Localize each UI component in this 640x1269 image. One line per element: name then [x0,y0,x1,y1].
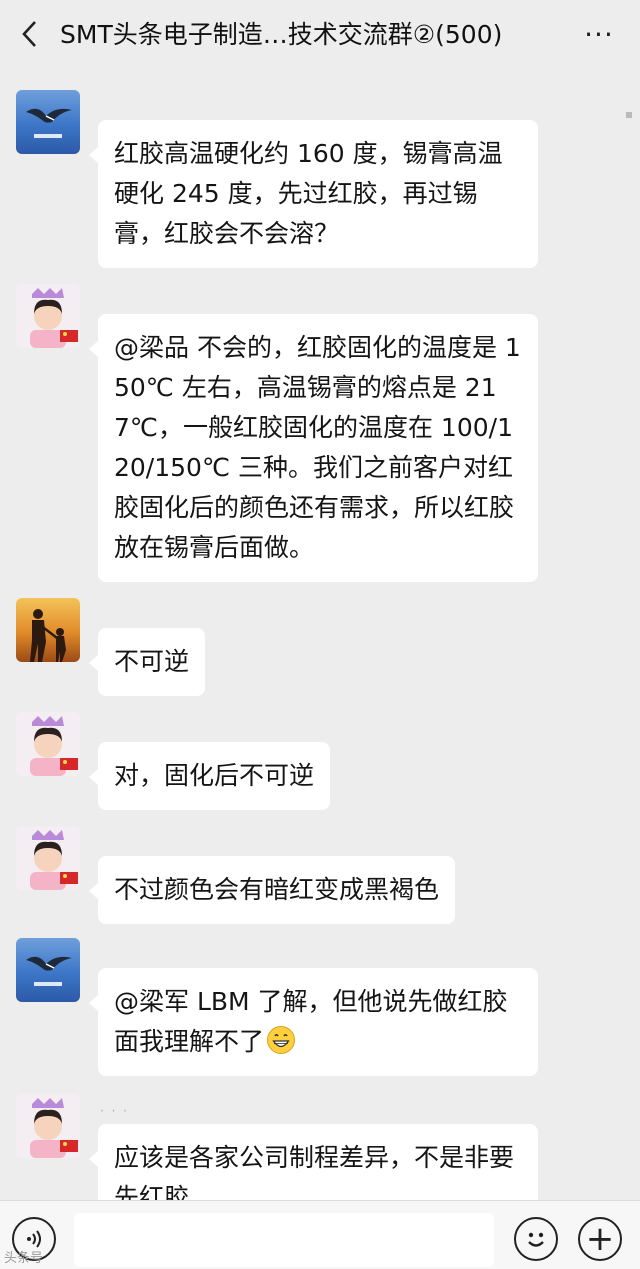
message-bubble[interactable]: @梁军 LBM 了解，但他说先做红胶面我理解不了 [89,968,538,1076]
back-button[interactable] [10,14,50,54]
chevron-left-icon [22,21,36,47]
chat-title: SMT头条电子制造…技术交流群②(500) [60,20,503,49]
emoji-button[interactable] [514,1217,558,1261]
message-bubble[interactable]: 应该是各家公司制程差异，不是非要先红胶 [89,1124,538,1200]
message-input[interactable] [74,1213,494,1267]
smiley-icon [528,1232,544,1247]
message-bubble[interactable]: 红胶高温硬化约 160 度，锡膏高温硬化 245 度，先过红胶，再过锡膏，红胶会… [89,120,538,268]
message-bubble[interactable]: 对，固化后不可逆 [88,742,331,810]
girl-avatar[interactable] [16,1094,80,1158]
message-text: @梁军 LBM 了解，但他说先做红胶面我理解不了 [114,987,508,1056]
more-options-button[interactable]: ··· [576,14,622,54]
girl-avatar[interactable] [16,712,80,776]
message-bubble[interactable]: 不过颜色会有暗红变成黑褐色 [88,856,456,924]
typing-indicator: · · · [100,1104,130,1118]
more-icon: ··· [584,17,614,51]
scroll-indicator [626,112,632,118]
girl-avatar[interactable] [16,284,80,348]
seagull-avatar[interactable] [16,938,80,1002]
seagull-avatar[interactable] [16,90,80,154]
message-bubble[interactable]: @梁品 不会的，红胶固化的温度是 150℃ 左右，高温锡膏的熔点是 217℃，一… [89,314,538,582]
watermark: 头条号 [4,1251,44,1266]
chat-messages[interactable]: 红胶高温硬化约 160 度，锡膏高温硬化 245 度，先过红胶，再过锡膏，红胶会… [0,70,640,1200]
input-toolbar: + [0,1200,640,1269]
more-functions-button[interactable]: + [578,1217,622,1261]
chat-header: SMT头条电子制造…技术交流群②(500) ··· [0,0,640,70]
grin-emoji-icon [267,1026,296,1054]
message-bubble[interactable]: 不可逆 [88,628,206,696]
girl-avatar[interactable] [16,826,80,890]
family-avatar[interactable] [16,598,80,662]
plus-icon: + [585,1219,615,1259]
